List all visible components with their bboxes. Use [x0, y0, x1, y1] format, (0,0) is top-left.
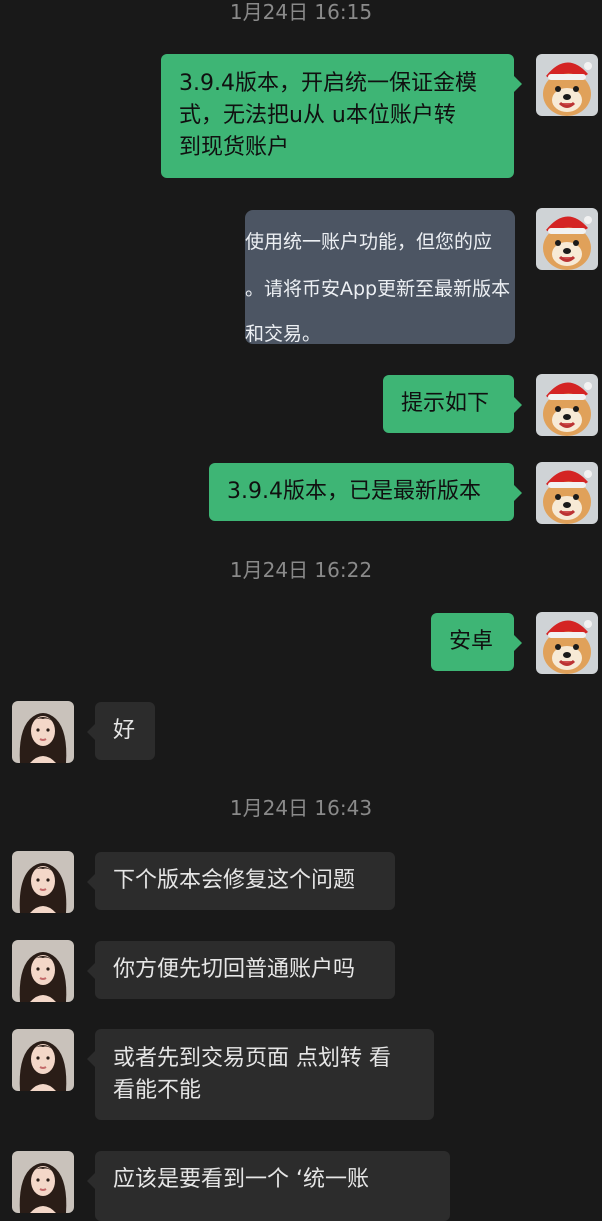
image-text: 使用统一账户功能，但您的应	[245, 231, 493, 253]
message-text: 安卓	[449, 629, 494, 654]
outgoing-message-bubble[interactable]: 3.9.4版本，开启统一保证金模 式，无法把u从 u本位账户转 到现货账户	[161, 54, 522, 178]
shiba-dog-avatar-icon[interactable]	[536, 374, 598, 436]
shiba-dog-avatar-icon[interactable]	[536, 612, 598, 674]
woman-avatar-icon[interactable]	[12, 701, 74, 763]
image-text: 。请将币安App更新至最新版本	[245, 278, 511, 300]
message-text: 式，无法把u从 u本位账户转	[179, 103, 456, 128]
incoming-message-bubble[interactable]: 你方便先切回普通账户吗	[87, 941, 395, 999]
timestamp: 1月24日 16:22	[229, 558, 373, 582]
message-text: 看能不能	[113, 1078, 202, 1103]
message-text: 应该是要看到一个 ‘统一账	[113, 1167, 369, 1192]
image-text: 和交易。	[245, 323, 322, 344]
incoming-message-bubble[interactable]: 下个版本会修复这个问题	[87, 852, 395, 910]
incoming-message-bubble[interactable]: 好	[87, 702, 155, 760]
shiba-dog-avatar-icon[interactable]	[536, 208, 598, 270]
woman-avatar-icon[interactable]	[12, 1151, 74, 1213]
shiba-dog-avatar-icon[interactable]	[536, 462, 598, 524]
timestamp: 1月24日 16:15	[229, 0, 373, 24]
outgoing-message-bubble[interactable]: 3.9.4版本，已是最新版本	[209, 463, 522, 521]
message-text: 下个版本会修复这个问题	[113, 868, 356, 893]
image-message[interactable]: 使用统一账户功能，但您的应 。请将币安App更新至最新版本 和交易。	[245, 210, 515, 344]
outgoing-message-bubble[interactable]: 提示如下	[383, 375, 522, 433]
message-text: 3.9.4版本，开启统一保证金模	[179, 71, 477, 96]
incoming-message-bubble[interactable]: 应该是要看到一个 ‘统一账	[87, 1151, 450, 1221]
incoming-message-bubble[interactable]: 或者先到交易页面 点划转 看 看能不能	[87, 1029, 434, 1120]
message-text: 你方便先切回普通账户吗	[113, 957, 356, 982]
message-text: 好	[113, 718, 136, 743]
woman-avatar-icon[interactable]	[12, 940, 74, 1002]
woman-avatar-icon[interactable]	[12, 851, 74, 913]
timestamp: 1月24日 16:43	[229, 796, 373, 820]
message-text: 3.9.4版本，已是最新版本	[227, 479, 481, 504]
outgoing-message-bubble[interactable]: 安卓	[431, 613, 522, 671]
woman-avatar-icon[interactable]	[12, 1029, 74, 1091]
message-text: 到现货账户	[179, 135, 290, 160]
shiba-dog-avatar-icon[interactable]	[536, 54, 598, 116]
message-text: 或者先到交易页面 点划转 看	[113, 1046, 391, 1071]
message-text: 提示如下	[401, 391, 490, 416]
